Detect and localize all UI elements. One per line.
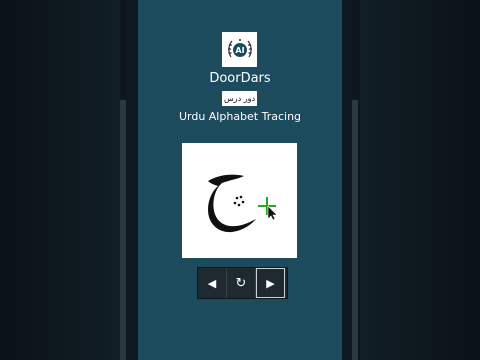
background-right [360, 0, 480, 360]
next-icon: ▶ [266, 276, 275, 290]
logo-text: AI [235, 46, 244, 55]
next-button[interactable]: ▶ [256, 268, 285, 298]
background-strip-left [120, 100, 126, 360]
page-subtitle: Urdu Alphabet Tracing [178, 110, 302, 123]
app-logo: AI [222, 32, 257, 67]
app-name: DoorDars [209, 71, 271, 86]
reset-icon: ↻ [235, 275, 247, 291]
app-urdu-name: دور درس [222, 91, 257, 106]
background-left [0, 0, 120, 360]
previous-button[interactable]: ◀ [198, 268, 227, 298]
background-strip-right [352, 100, 358, 360]
reset-button[interactable]: ↻ [227, 268, 256, 298]
cursor-icon [258, 197, 278, 221]
tracing-controls: ◀ ↻ ▶ [197, 267, 288, 299]
letter-jeem-glyph [208, 174, 256, 233]
laurel-logo-icon: AI [227, 38, 252, 57]
previous-icon: ◀ [207, 276, 217, 290]
tracing-canvas[interactable] [182, 143, 297, 258]
